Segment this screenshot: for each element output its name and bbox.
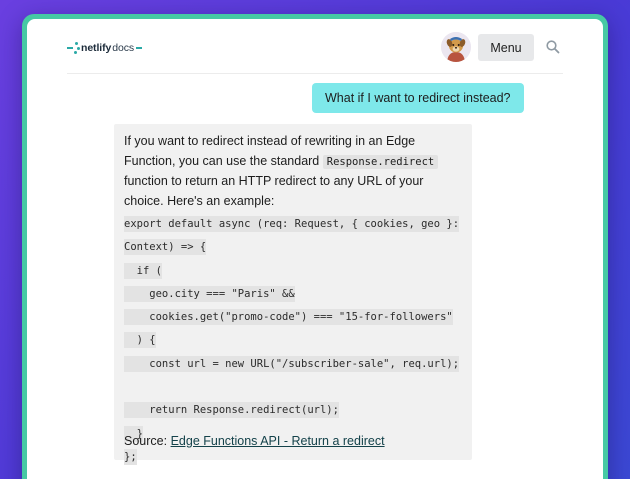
- code-line: cookies.get("promo-code") === "15-for-fo…: [124, 309, 453, 326]
- code-line: export default async (req: Request, { co…: [124, 216, 460, 232]
- logo-suffix: docs: [112, 42, 135, 54]
- logo-name: netlify: [81, 42, 112, 54]
- menu-button[interactable]: Menu: [478, 34, 534, 61]
- assistant-reply: If you want to redirect instead of rewri…: [114, 124, 472, 465]
- code-line: const url = new URL("/subscriber-sale", …: [124, 355, 460, 372]
- code-line: ) {: [124, 332, 156, 349]
- code-line: };: [124, 448, 137, 465]
- netlify-mark-icon: [74, 41, 80, 55]
- inline-code: Response.redirect: [322, 154, 439, 169]
- code-line: Context) => {: [124, 239, 207, 256]
- reply-intro-continuation: function to return an HTTP redirect to a…: [124, 174, 424, 208]
- logo-right-line: [136, 47, 143, 49]
- code-line: if (: [124, 262, 162, 279]
- source-label: Source:: [124, 434, 168, 448]
- user-message: What if I want to redirect instead?: [312, 83, 524, 113]
- code-line: geo.city === "Paris" &&: [124, 285, 295, 302]
- browser-window-frame: netlifydocs Menu What if I want to redir…: [22, 14, 608, 479]
- reply-intro: If you want to redirect instead of rewri…: [124, 132, 464, 211]
- code-line: return Response.redirect(url);: [124, 402, 339, 419]
- source-link[interactable]: Edge Functions API - Return a redirect: [171, 434, 385, 448]
- logo-left-line: [67, 47, 73, 49]
- search-icon[interactable]: [545, 39, 561, 55]
- site-header: netlifydocs Menu: [27, 19, 603, 74]
- source-citation: Source: Edge Functions API - Return a re…: [124, 433, 385, 449]
- netlify-docs-logo[interactable]: netlifydocs: [67, 40, 143, 56]
- header-divider: [67, 73, 563, 74]
- docs-page: netlifydocs Menu What if I want to redir…: [27, 19, 603, 479]
- code-block: export default async (req: Request, { co…: [124, 213, 466, 469]
- logo-text: netlifydocs: [81, 42, 134, 54]
- dog-avatar-icon[interactable]: [441, 32, 471, 62]
